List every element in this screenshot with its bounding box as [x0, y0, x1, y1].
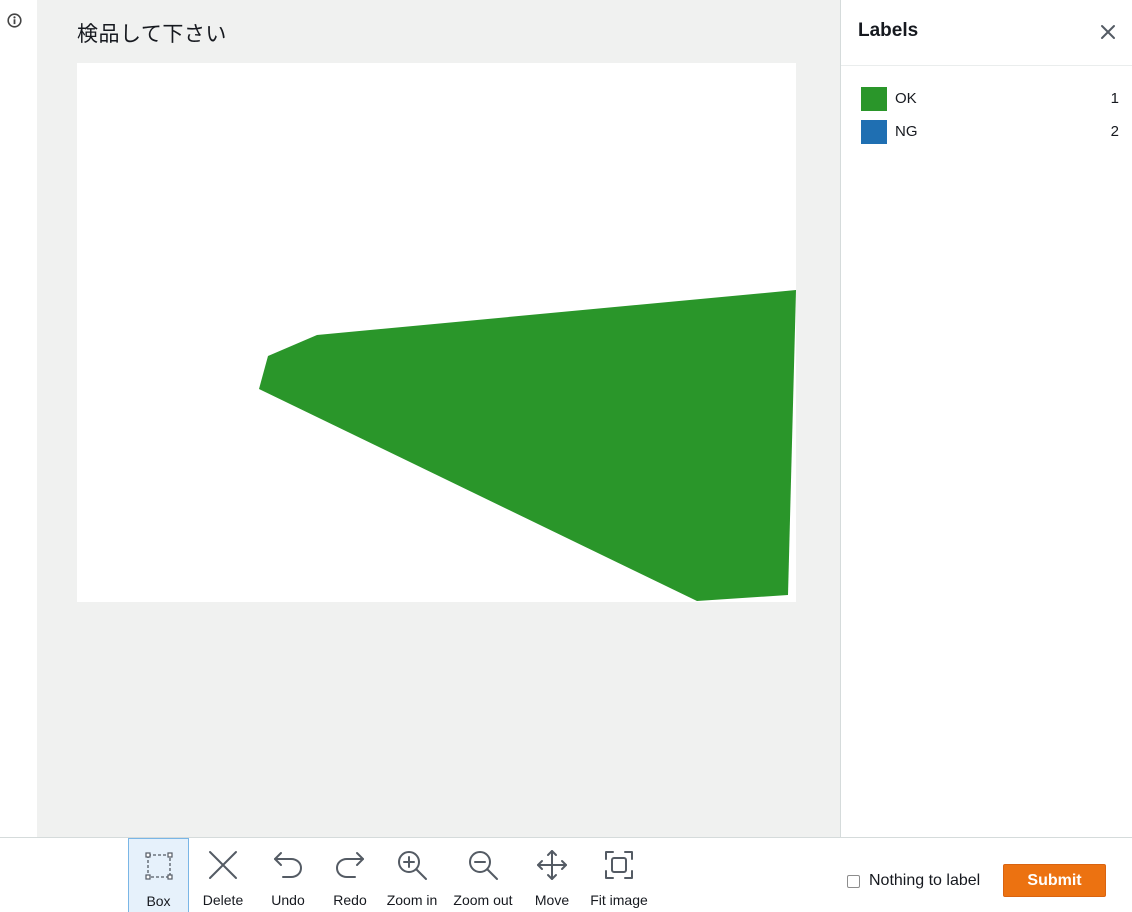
- tool-fit-image[interactable]: Fit image: [584, 838, 654, 912]
- tool-label: Zoom out: [453, 892, 513, 908]
- tool-zoom-in[interactable]: Zoom in: [382, 838, 442, 912]
- fit-image-icon: [605, 851, 633, 879]
- move-icon: [537, 850, 567, 880]
- image-canvas[interactable]: [77, 63, 796, 602]
- annotation-layer[interactable]: [77, 63, 796, 602]
- delete-x-icon: [209, 851, 237, 879]
- tool-delete[interactable]: Delete: [194, 838, 252, 912]
- tool-label: Move: [534, 892, 570, 908]
- label-color-swatch: [861, 120, 887, 144]
- tool-move[interactable]: Move: [526, 838, 578, 912]
- tool-label: Zoom in: [386, 892, 438, 908]
- tool-box[interactable]: Box: [128, 838, 189, 912]
- left-rail: [0, 0, 37, 837]
- label-color-swatch: [861, 87, 887, 111]
- box-icon: [144, 852, 173, 880]
- label-item-ok[interactable]: OK 1: [841, 83, 1132, 113]
- close-icon[interactable]: [1097, 21, 1119, 43]
- label-shortcut-key: 1: [1110, 90, 1119, 107]
- bottom-toolbar: Box Delete Undo Redo Zoom in Zoom out Mo…: [0, 837, 1132, 912]
- zoom-out-icon: [469, 851, 498, 880]
- tool-label: Fit image: [590, 892, 648, 908]
- zoom-in-icon: [398, 851, 427, 880]
- labels-panel-title: Labels: [858, 20, 919, 41]
- redo-icon: [335, 852, 364, 878]
- tool-label: Undo: [271, 892, 305, 908]
- tool-redo[interactable]: Redo: [324, 838, 376, 912]
- label-item-ng[interactable]: NG 2: [841, 116, 1132, 146]
- submit-button[interactable]: Submit: [1003, 864, 1106, 897]
- label-name: OK: [895, 90, 917, 107]
- annotation-polygon-ok[interactable]: [259, 290, 796, 601]
- labels-panel-header: Labels: [841, 0, 1132, 66]
- nothing-to-label-checkbox[interactable]: [847, 875, 860, 888]
- label-shortcut-key: 2: [1110, 123, 1119, 140]
- tool-undo[interactable]: Undo: [262, 838, 314, 912]
- tool-label: Box: [146, 893, 171, 909]
- undo-icon: [274, 852, 303, 878]
- tool-label: Delete: [202, 892, 244, 908]
- tool-label: Redo: [333, 892, 367, 908]
- labels-panel: Labels OK 1 NG 2: [840, 0, 1132, 837]
- label-name: NG: [895, 123, 918, 140]
- labeling-workspace: 検品して下さい: [37, 0, 840, 837]
- tool-zoom-out[interactable]: Zoom out: [448, 838, 518, 912]
- info-icon[interactable]: [7, 13, 22, 28]
- nothing-to-label-text: Nothing to label: [869, 872, 981, 889]
- instruction-title: 検品して下さい: [77, 22, 227, 46]
